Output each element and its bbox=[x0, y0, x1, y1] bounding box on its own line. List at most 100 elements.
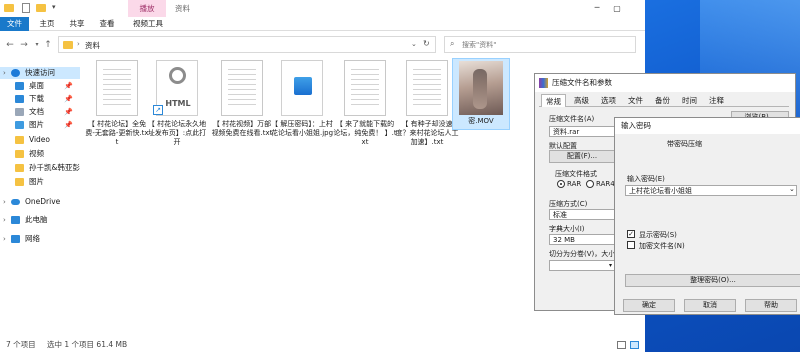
encrypt-file-names-label: 加密文件名(N) bbox=[639, 242, 685, 250]
archive-dialog-title-bar: 压缩文件名和参数 bbox=[535, 74, 795, 92]
tab-files[interactable]: 文件 bbox=[624, 94, 647, 107]
expand-chevron-icon[interactable]: › bbox=[3, 214, 6, 226]
file-item[interactable]: 【 来了就能下载的论坛，纯免费！ 】.txt bbox=[333, 60, 397, 147]
pictures-icon bbox=[15, 121, 24, 129]
properties-icon[interactable] bbox=[22, 3, 30, 13]
sidebar-item-pictures[interactable]: 图片 📌 bbox=[0, 119, 80, 131]
pin-icon: 📌 bbox=[64, 121, 73, 129]
file-item[interactable]: 【 村花论坛】全免费-无套路-更新快.txt bbox=[85, 60, 149, 147]
expand-chevron-icon[interactable]: › bbox=[3, 233, 6, 245]
profiles-button[interactable]: 配置(F)... bbox=[549, 150, 615, 163]
desktop-icon bbox=[15, 82, 24, 90]
file-name: 【 村花论坛永久地址发布页】:点此打开 bbox=[147, 120, 207, 146]
expand-chevron-icon[interactable]: › bbox=[3, 67, 6, 79]
search-placeholder: 搜索"资料" bbox=[462, 41, 497, 49]
organize-passwords-button[interactable]: 整理密码(O)... bbox=[625, 274, 800, 287]
ok-button[interactable]: 确定 bbox=[623, 299, 675, 312]
tab-view[interactable]: 查看 bbox=[93, 17, 121, 31]
details-view-icon[interactable] bbox=[617, 341, 626, 349]
show-password-checkbox[interactable]: ✓ bbox=[627, 230, 635, 238]
file-item[interactable]: HTML ↗ 【 村花论坛永久地址发布页】:点此打开 bbox=[145, 60, 209, 147]
sidebar-item-downloads[interactable]: 下载 📌 bbox=[0, 93, 80, 105]
password-input[interactable]: 上村花论坛看小姐姐 bbox=[625, 185, 797, 196]
tab-file[interactable]: 文件 bbox=[0, 17, 29, 31]
address-dropdown-icon[interactable]: ⌄ bbox=[411, 40, 417, 48]
new-folder-icon[interactable] bbox=[36, 4, 46, 12]
chevron-down-icon[interactable]: ⌄ bbox=[789, 185, 795, 193]
onedrive-icon bbox=[11, 199, 20, 205]
large-icons-view-icon[interactable] bbox=[630, 341, 639, 349]
sidebar-item-folder-names[interactable]: 孙千凯&韩亚彭 bbox=[0, 162, 80, 174]
sidebar-item-pictures-folder[interactable]: 图片 bbox=[0, 176, 80, 188]
tab-general[interactable]: 常规 bbox=[541, 94, 566, 107]
thumbnail-figure bbox=[473, 69, 487, 109]
sidebar-item-label: 文档 bbox=[29, 107, 44, 116]
tab-video-tools[interactable]: 视频工具 bbox=[126, 17, 170, 31]
address-bar[interactable]: › 资料 ⌄ ↻ bbox=[58, 36, 436, 53]
download-icon bbox=[15, 95, 24, 103]
split-volumes-input[interactable]: ▾ bbox=[549, 260, 615, 271]
tab-home[interactable]: 主页 bbox=[33, 17, 61, 31]
help-button[interactable]: 帮助 bbox=[745, 299, 797, 312]
sidebar-item-label: 孙千凯&韩亚彭 bbox=[29, 163, 80, 172]
sidebar-item-this-pc[interactable]: › 此电脑 bbox=[0, 214, 80, 226]
archive-format-label: 压缩文件格式 bbox=[555, 170, 597, 178]
chevron-down-icon[interactable]: ▾ bbox=[609, 261, 612, 271]
file-item[interactable]: 【 有种子却没速度？来村花论坛人工加速】.txt bbox=[395, 60, 459, 147]
archive-name-input[interactable]: 资料.rar bbox=[549, 126, 615, 137]
sidebar-item-network[interactable]: › 网络 bbox=[0, 233, 80, 245]
sidebar-item-desktop[interactable]: 桌面 📌 bbox=[0, 80, 80, 92]
tab-share[interactable]: 共享 bbox=[63, 17, 91, 31]
quick-access-dropdown-icon[interactable]: ▾ bbox=[52, 3, 56, 11]
sidebar-item-quick-access[interactable]: › 快速访问 bbox=[0, 67, 80, 79]
html-badge: HTML bbox=[165, 99, 191, 108]
refresh-icon[interactable]: ↻ bbox=[423, 39, 430, 48]
tab-backup[interactable]: 备份 bbox=[651, 94, 674, 107]
tab-options[interactable]: 选项 bbox=[597, 94, 620, 107]
search-input[interactable]: ⌕ 搜索"资料" bbox=[444, 36, 636, 53]
folder-icon bbox=[4, 4, 14, 12]
search-icon: ⌕ bbox=[450, 39, 455, 48]
file-name: 【 解压密码】：上村花论坛看小姐姐.jpg bbox=[270, 120, 334, 137]
navigation-pane: › 快速访问 桌面 📌 下载 📌 文档 📌 图片 📌 Video 视频 孙千凯&… bbox=[0, 62, 80, 332]
format-rar-label: RAR bbox=[567, 180, 582, 188]
selection-info: 选中 1 个项目 61.4 MB bbox=[47, 340, 128, 349]
tab-comment[interactable]: 注释 bbox=[705, 94, 728, 107]
sidebar-item-label: Video bbox=[29, 135, 51, 144]
file-item-selected[interactable]: 密.MOV bbox=[452, 58, 510, 130]
expand-chevron-icon[interactable]: › bbox=[3, 196, 6, 208]
explorer-title-bar: ▾ 播放 资料 ─ ▢ bbox=[0, 0, 645, 17]
folder-icon bbox=[15, 178, 24, 186]
network-icon bbox=[11, 235, 20, 243]
format-rar-radio[interactable] bbox=[557, 180, 565, 188]
sidebar-item-onedrive[interactable]: › OneDrive bbox=[0, 196, 80, 208]
tab-time[interactable]: 时间 bbox=[678, 94, 701, 107]
compression-method-select[interactable]: 标准 bbox=[549, 209, 615, 220]
back-arrow-icon[interactable]: ← bbox=[4, 39, 16, 51]
sidebar-item-documents[interactable]: 文档 📌 bbox=[0, 106, 80, 118]
radio-dot-icon bbox=[560, 183, 562, 185]
up-arrow-icon[interactable]: ↑ bbox=[42, 39, 54, 51]
file-item[interactable]: 【 解压密码】：上村花论坛看小姐姐.jpg bbox=[270, 60, 334, 138]
cancel-button[interactable]: 取消 bbox=[684, 299, 736, 312]
sidebar-item-video[interactable]: Video bbox=[0, 134, 80, 146]
forward-arrow-icon[interactable]: → bbox=[18, 39, 30, 51]
encrypt-file-names-checkbox[interactable] bbox=[627, 241, 635, 249]
file-item[interactable]: 【 村花视频】万部视频免费在线看.txt bbox=[210, 60, 274, 138]
sidebar-item-label: 快速访问 bbox=[25, 68, 55, 77]
pin-icon: 📌 bbox=[64, 95, 73, 103]
format-rar4-radio[interactable] bbox=[586, 180, 594, 188]
sidebar-item-videos-cn[interactable]: 视频 bbox=[0, 148, 80, 160]
minimize-button[interactable]: ─ bbox=[588, 0, 606, 17]
archive-dialog-tab-bar: 常规 高级 选项 文件 备份 时间 注释 bbox=[539, 94, 789, 107]
text-file-icon bbox=[344, 60, 386, 116]
breadcrumb[interactable]: 资料 bbox=[85, 40, 100, 51]
dictionary-size-select[interactable]: 32 MB bbox=[549, 234, 615, 245]
folder-icon bbox=[15, 164, 24, 172]
tab-advanced[interactable]: 高级 bbox=[570, 94, 593, 107]
video-thumbnail bbox=[459, 61, 503, 115]
playback-contextual-tab[interactable]: 播放 bbox=[128, 0, 166, 17]
this-pc-icon bbox=[11, 216, 20, 224]
maximize-button[interactable]: ▢ bbox=[608, 0, 626, 17]
sidebar-item-label: 图片 bbox=[29, 177, 44, 186]
